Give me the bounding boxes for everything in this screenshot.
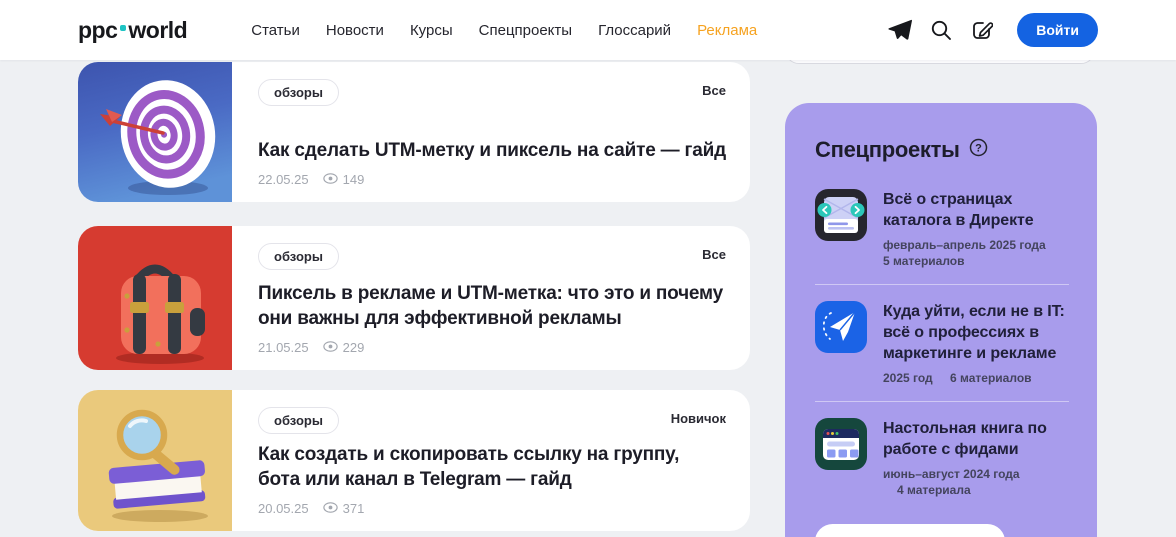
main-nav: Статьи Новости Курсы Спецпроекты Глоссар…: [251, 22, 757, 39]
project-count: 5 материалов: [883, 254, 965, 268]
project-period: 2025 год: [883, 371, 933, 385]
all-projects-button[interactable]: Ко всем спецпроектам: [815, 524, 1005, 537]
catalog-pages-icon: [815, 189, 867, 241]
eye-icon: [322, 340, 338, 355]
article-card-body: обзоры Все Пиксель в рекламе и UTM-метка…: [232, 226, 750, 370]
article-title: Пиксель в рекламе и UTM-метка: что это и…: [258, 283, 724, 329]
edit-icon[interactable]: [970, 18, 994, 42]
views-count: 149: [342, 172, 365, 187]
browser-feed-icon: [815, 418, 867, 470]
article-card[interactable]: обзоры Все Как сделать UTM-метку и пиксе…: [78, 62, 750, 202]
article-card[interactable]: обзоры Все Пиксель в рекламе и UTM-метка…: [78, 226, 750, 370]
search-icon[interactable]: [929, 18, 953, 42]
project-item[interactable]: Всё о страницах каталога в Директе февра…: [815, 189, 1069, 269]
nav-item-news[interactable]: Новости: [326, 22, 384, 39]
book-magnifier-illustration: [78, 390, 232, 531]
page: ppc world Статьи Новости Курсы Спецпроек…: [0, 0, 1176, 537]
header-actions: Войти: [888, 13, 1098, 47]
red-backpack-illustration: [78, 226, 232, 370]
telegram-icon[interactable]: [888, 18, 913, 42]
tag-badge[interactable]: обзоры: [258, 243, 339, 270]
article-date: 22.05.25: [258, 172, 309, 187]
project-item[interactable]: Настольная книга по работе с фидами июнь…: [815, 418, 1069, 498]
top-navbar: ppc world Статьи Новости Курсы Спецпроек…: [0, 0, 1176, 60]
eye-icon: [322, 172, 338, 187]
project-period: июнь–август 2024 года: [883, 467, 1020, 481]
level-badge: Все: [702, 247, 726, 262]
project-count: 4 материала: [897, 483, 971, 497]
project-period: февраль–апрель 2025 года: [883, 238, 1046, 252]
views-count: 229: [342, 340, 365, 355]
specprojects-title: Спецпроекты: [815, 137, 960, 162]
article-title: Как создать и скопировать ссылку на груп…: [258, 444, 680, 490]
nav-item-advertising[interactable]: Реклама: [697, 22, 757, 39]
specprojects-panel: Спецпроекты ? Всё о страницах каталога в…: [785, 103, 1097, 537]
article-card[interactable]: обзоры Новичок Как создать и скопировать…: [78, 390, 750, 531]
svg-text:?: ?: [975, 142, 982, 154]
dart-target-illustration: [78, 62, 232, 202]
project-item[interactable]: Куда уйти, если не в IT: всё о профессия…: [815, 301, 1069, 386]
eye-icon: [322, 501, 338, 516]
logo[interactable]: ppc world: [78, 16, 188, 44]
article-list: обзоры Все Как сделать UTM-метку и пиксе…: [78, 62, 750, 531]
login-button[interactable]: Войти: [1017, 13, 1098, 47]
article-title: Как сделать UTM-метку и пиксель на сайте…: [258, 140, 726, 161]
article-date: 21.05.25: [258, 340, 309, 355]
divider: [815, 284, 1069, 285]
views-count: 371: [342, 501, 365, 516]
divider: [815, 401, 1069, 402]
logo-dot-icon: [120, 25, 127, 31]
article-card-body: обзоры Все Как сделать UTM-метку и пиксе…: [232, 62, 750, 202]
nav-item-articles[interactable]: Статьи: [251, 22, 300, 39]
logo-text-ppc: ppc: [78, 16, 118, 43]
level-badge: Все: [702, 83, 726, 98]
project-title: Куда уйти, если не в IT: всё о профессия…: [883, 303, 1065, 362]
tag-badge[interactable]: обзоры: [258, 407, 339, 434]
paper-plane-icon: [815, 301, 867, 353]
nav-item-courses[interactable]: Курсы: [410, 22, 453, 39]
tag-badge[interactable]: обзоры: [258, 79, 339, 106]
logo-text-world: world: [128, 16, 188, 43]
project-title: Всё о страницах каталога в Директе: [883, 191, 1034, 229]
article-card-body: обзоры Новичок Как создать и скопировать…: [232, 390, 750, 531]
help-icon[interactable]: ?: [969, 138, 988, 162]
nav-item-specprojects[interactable]: Спецпроекты: [479, 22, 572, 39]
level-badge: Новичок: [670, 411, 726, 426]
project-count: 6 материалов: [950, 371, 1032, 385]
article-date: 20.05.25: [258, 501, 309, 516]
project-title: Настольная книга по работе с фидами: [883, 420, 1047, 458]
nav-item-glossary[interactable]: Глоссарий: [598, 22, 671, 39]
